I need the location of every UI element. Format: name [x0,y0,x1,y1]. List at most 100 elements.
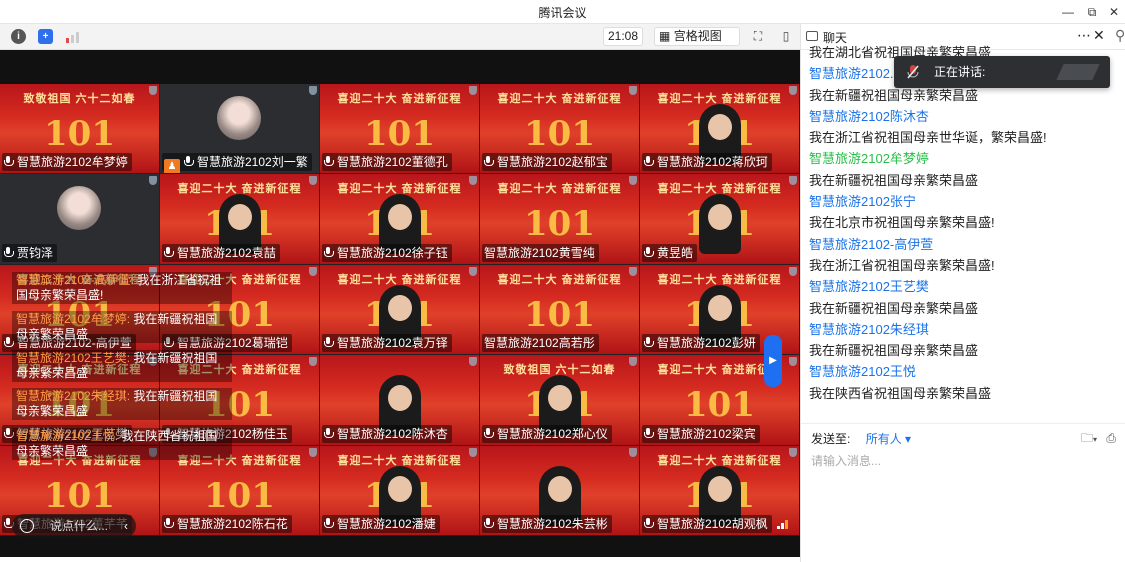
participant-name: 智慧旅游2102陈石花 [177,516,288,531]
tile-background-number: 101 [204,475,275,516]
emoji-icon[interactable] [20,519,34,533]
chat-message-text: 我在新疆祝祖国母亲繁荣昌盛 [809,172,979,188]
mic-muted-icon [484,517,494,529]
chat-message-sender[interactable]: 智慧旅游2102牟梦婷 [809,148,1109,169]
fullscreen-icon[interactable]: ⛶ [750,28,766,44]
send-to-dropdown[interactable]: 所有人 ▾ [866,432,911,446]
shield-icon [309,266,317,276]
participant-tile[interactable]: 喜迎二十大 奋进新征程101智慧旅游2102蒋欣珂 [640,84,800,175]
participant-name-bar: 贾钧泽 [2,243,58,262]
signal-icon[interactable] [65,29,80,44]
shield-icon [309,86,317,95]
bullet-comment: 智慧旅游2102-高伊萱: 我在浙江省祝祖国母亲繁荣昌盛! [12,272,232,304]
participant-tile[interactable]: ♟ 智慧旅游2102刘一繁 [160,84,320,175]
chat-message-sender[interactable]: 智慧旅游2102张宁 [809,191,1109,212]
participant-tile[interactable]: 喜迎二十大 奋进新征程 101 智慧旅游2102董德孔 [320,84,480,175]
video-grid: 致敬祖国 六十二如春 101 智慧旅游2102牟梦婷 ♟ 智慧旅游2102刘一繁 喜迎二十… [0,50,800,557]
participant-name: 智慧旅游2102袁喆 [177,245,276,260]
mic-muted-icon [644,246,654,258]
participant-tile[interactable]: 喜迎二十大 奋进新征程101智慧旅游2102徐子钰 [320,174,480,265]
participant-name-bar: 智慧旅游2102潘婕 [322,514,440,533]
chat-message-sender[interactable]: 智慧旅游2102王艺樊 [809,276,1109,297]
send-to-label: 发送至: [811,432,851,446]
chat-panel: 聊天 ⋯ ✕ ⚲ 我在湖北省祝祖国母亲繁荣昌盛 智慧旅游2102... 我在新疆祝祖… [800,24,1125,562]
participant-tile[interactable]: 喜迎二十大 奋进新征程101黄昱皓 [640,174,800,265]
participant-tile[interactable]: 致敬祖国 六十二如春 101 智慧旅游2102牟梦婷 [0,84,160,175]
info-icon[interactable]: i [11,29,26,44]
participant-name: 智慧旅游2102黄雪纯 [484,245,595,260]
mic-muted-icon [324,156,334,167]
participant-name: 智慧旅游2102牟梦婷 [17,155,128,170]
participant-name: 智慧旅游2102蒋欣珂 [657,155,768,170]
tile-background-number: 101 [524,204,595,245]
participant-name-bar: 黄昱皓 [642,243,698,262]
signal-strength-icon [777,519,789,529]
tile-banner: 喜迎二十大 奋进新征程 [497,93,622,105]
mic-icon [4,156,14,167]
participant-tile[interactable]: 喜迎二十大 奋进新征程101智慧旅游2102袁万铎 [320,264,480,356]
speaking-label: 正在讲话: [934,65,986,79]
chat-message-text: 我在浙江省祝祖国母亲繁荣昌盛! [809,257,995,273]
next-page-arrow[interactable]: ▶ [764,335,782,387]
participant-tile[interactable]: 喜迎二十大 奋进新征程 101 智慧旅游2102赵郁宝 [480,84,640,175]
participant-name-bar: 智慧旅游2102董德孔 [322,153,452,172]
participant-tile[interactable]: 智慧旅游2102朱芸彬 [480,445,640,536]
screenshot-icon[interactable]: ⎙ [1106,431,1116,445]
participant-tile[interactable]: 致敬祖国 六十二如春101智慧旅游2102郑心仪 [480,355,640,446]
bullet-sender: 智慧旅游2102-高伊萱: [16,273,135,287]
sidebar-toggle-icon[interactable]: ▯ [778,28,794,44]
shield-icon [309,357,317,367]
mic-icon [184,156,194,167]
mic-muted-icon [644,427,654,439]
shield-icon [469,447,477,457]
tile-banner: 喜迎二十大 奋进新征程 [337,93,462,105]
chat-message-text: 我在浙江省祝祖国母亲世华诞，繁荣昌盛! [809,130,1047,146]
participant-name: 智慧旅游2102赵郁宝 [497,155,608,170]
maximize-icon[interactable]: ⧉ [1082,2,1102,22]
participant-tile[interactable]: 贾钧泽 [0,174,160,265]
view-mode-dropdown[interactable]: ▦ 宫格视图 ▼ [654,27,740,59]
pin-icon[interactable]: ⚲ [1115,27,1125,44]
chat-icon [806,31,818,41]
shield-icon [629,176,637,186]
security-shield-icon[interactable]: + [38,29,53,44]
participant-tile[interactable]: 喜迎二十大 奋进新征程 101 智慧旅游2102黄雪纯 [480,174,640,265]
chat-message-sender[interactable]: 智慧旅游2102王悦 [809,361,1109,382]
chat-message-sender[interactable]: 智慧旅游2102陈沐杏 [809,106,1109,127]
participant-name-bar: 智慧旅游2102蒋欣珂 [642,153,772,172]
shield-icon [629,447,637,457]
chat-message-sender[interactable]: 智慧旅游2102-高伊萱 [809,234,1109,255]
mic-muted-icon [644,517,654,529]
participant-tile[interactable]: 喜迎二十大 奋进新征程101智慧旅游2102胡观枫 [640,445,800,536]
participant-tile[interactable]: 智慧旅游2102陈沐杏 [320,355,480,446]
participant-name-bar: 智慧旅游2102徐子钰 [322,243,452,262]
shield-icon [309,447,317,457]
mic-muted-icon [324,246,334,258]
participant-tiles: 致敬祖国 六十二如春 101 智慧旅游2102牟梦婷 ♟ 智慧旅游2102刘一繁 喜迎二十… [0,84,800,536]
close-button[interactable]: ✕ [1104,2,1124,22]
chat-message-sender[interactable]: 智慧旅游2102朱经琪 [809,319,1109,340]
participant-name-bar: 智慧旅游2102朱芸彬 [482,514,612,533]
chat-input[interactable]: 请输入消息... [811,452,881,469]
participant-name: 智慧旅游2102朱芸彬 [497,516,608,531]
shield-icon [789,447,797,457]
shield-icon [469,357,477,367]
participant-video [698,194,741,255]
grid-icon: ▦ [659,29,671,43]
divider [801,423,1125,424]
folder-icon[interactable]: 🗀 [1081,431,1093,445]
participant-name: 智慧旅游2102胡观枫 [657,516,768,531]
participant-name: 智慧旅游2102陈沐杏 [337,426,448,441]
participant-tile[interactable]: 喜迎二十大 奋进新征程101智慧旅游2102袁喆 [160,174,320,265]
avatar [57,186,101,231]
say-something-input[interactable]: 说点什么... ‹ [12,514,136,538]
participant-tile[interactable]: 喜迎二十大 奋进新征程101智慧旅游2102潘婕 [320,445,480,536]
mic-muted-icon [4,246,14,258]
mic-off-icon [907,65,919,79]
minimize-button[interactable]: — [1058,2,1078,22]
participant-tile[interactable]: 喜迎二十大 奋进新征程 101 智慧旅游2102高若彤 [480,264,640,356]
bullet-comment: 智慧旅游2102牟梦婷: 我在新疆祝祖国母亲繁荣昌盛 [12,311,232,343]
chevron-left-icon[interactable]: ‹ [124,514,128,538]
mic-muted-icon [324,427,334,439]
participant-name-bar: 智慧旅游2102高若彤 [482,334,599,353]
